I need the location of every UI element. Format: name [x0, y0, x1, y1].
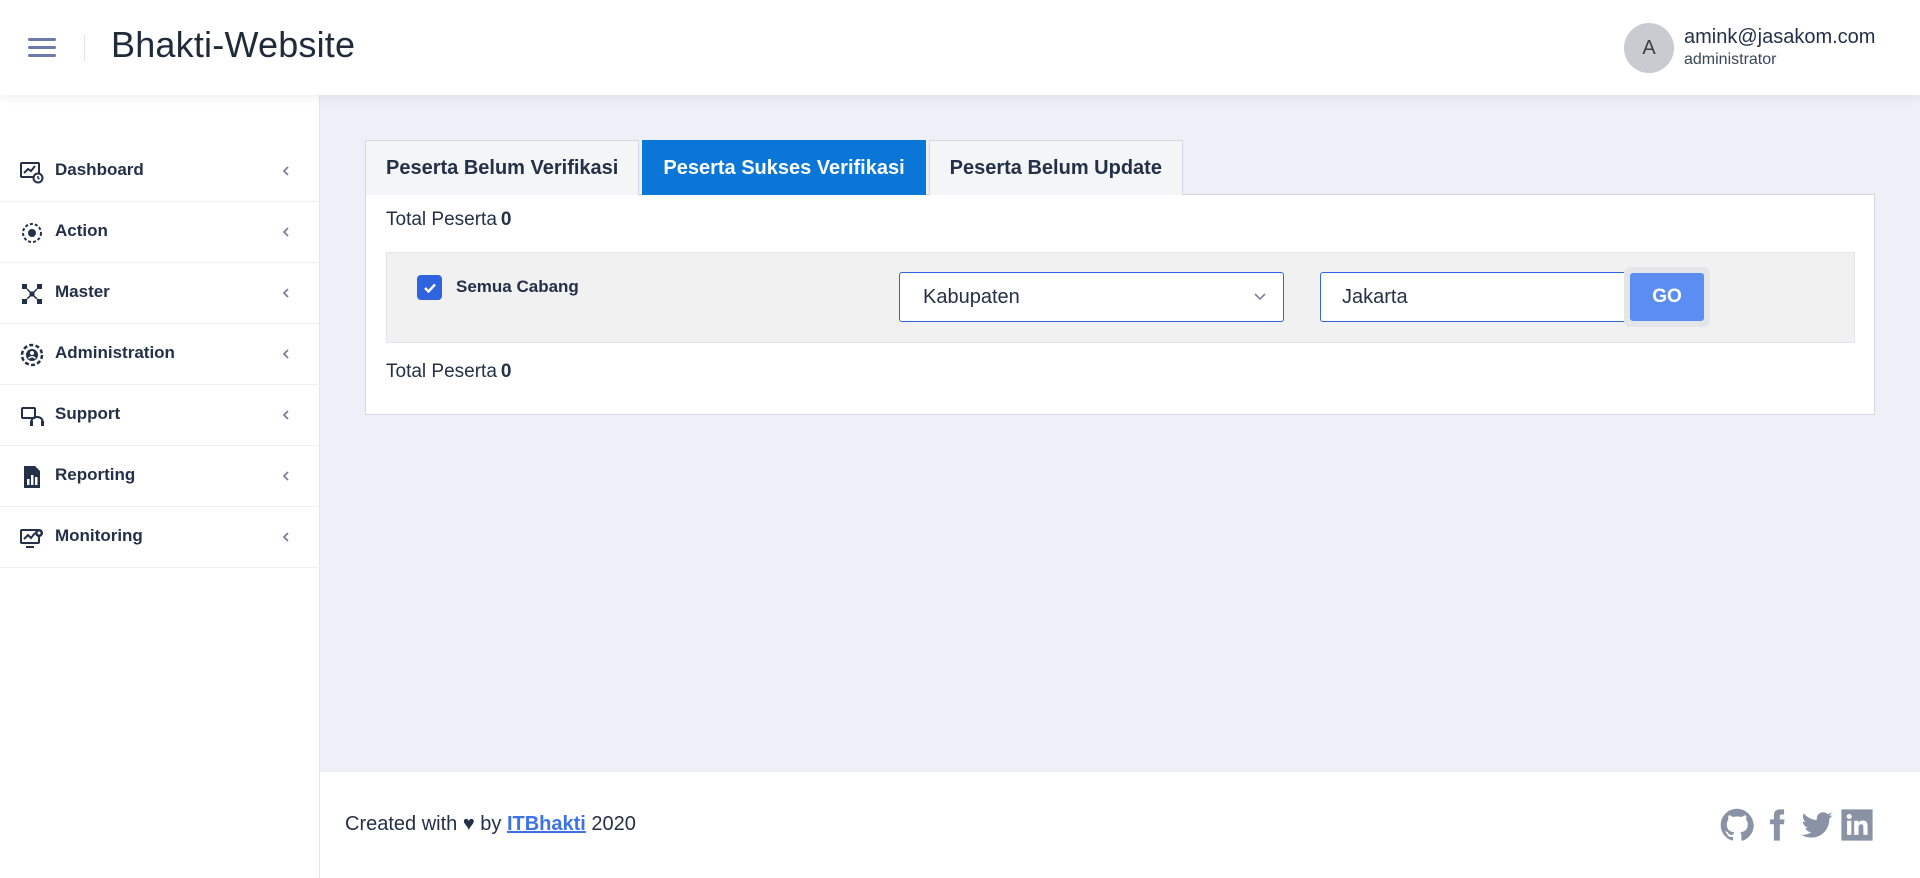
- tab-peserta-belum-verifikasi[interactable]: Peserta Belum Verifikasi: [365, 140, 640, 195]
- total-label: Total Peserta: [386, 209, 497, 230]
- tab-bar: Peserta Belum Verifikasi Peserta Sukses …: [365, 140, 1186, 195]
- sidebar-item-label: Action: [55, 221, 108, 240]
- sidebar-item-label: Master: [55, 282, 110, 301]
- go-button[interactable]: GO: [1630, 273, 1704, 321]
- total-value: 0: [500, 209, 512, 230]
- app-title: Bhakti-Website: [111, 24, 356, 65]
- footer: Created with ♥ by ITBhakti 2020: [320, 772, 1920, 878]
- chevron-left-icon: [282, 288, 289, 298]
- sidebar-item-action[interactable]: Action: [0, 202, 320, 263]
- footer-prefix: Created with ♥ by: [345, 813, 502, 835]
- semua-cabang-label: Semua Cabang: [456, 277, 579, 296]
- filter-bar: Semua Cabang Kabupaten GO: [386, 252, 1855, 343]
- dashboard-icon: [20, 162, 44, 184]
- support-icon: [21, 407, 44, 426]
- sidebar-item-label: Reporting: [55, 465, 136, 484]
- sidebar-item-monitoring[interactable]: Monitoring: [0, 507, 320, 568]
- header-divider: [84, 34, 85, 62]
- administration-icon: [20, 343, 44, 367]
- user-email[interactable]: amink@jasakom.com: [1684, 26, 1875, 49]
- tab-panel: Total Peserta0 Semua Cabang Kabupaten GO…: [365, 194, 1875, 415]
- linkedin-icon[interactable]: [1840, 808, 1874, 842]
- github-icon[interactable]: [1720, 808, 1754, 842]
- total-label: Total Peserta: [386, 361, 497, 382]
- sidebar-item-reporting[interactable]: Reporting: [0, 446, 320, 507]
- total-peserta-bottom: Total Peserta 0: [386, 361, 511, 383]
- sidebar-item-label: Administration: [55, 343, 175, 362]
- user-role: administrator: [1684, 51, 1777, 68]
- chevron-down-icon: [1254, 293, 1266, 301]
- select-value: Kabupaten: [923, 286, 1020, 308]
- facebook-icon[interactable]: [1760, 808, 1794, 842]
- top-header: Bhakti-Website A amink@jasakom.com admin…: [0, 0, 1920, 95]
- chevron-left-icon: [282, 349, 289, 359]
- total-value: 0: [500, 361, 512, 382]
- footer-credit: Created with ♥ by ITBhakti 2020: [345, 813, 636, 836]
- sidebar-item-dashboard[interactable]: Dashboard: [0, 141, 320, 202]
- region-type-select[interactable]: Kabupaten: [899, 272, 1284, 322]
- monitoring-icon: [20, 529, 43, 548]
- chevron-left-icon: [282, 471, 289, 481]
- avatar[interactable]: A: [1624, 23, 1674, 73]
- sidebar-nav: Dashboard Action Master Administration S…: [0, 141, 320, 568]
- total-peserta-top: Total Peserta 0: [386, 209, 511, 231]
- tab-peserta-sukses-verifikasi[interactable]: Peserta Sukses Verifikasi: [642, 140, 926, 195]
- sidebar-item-administration[interactable]: Administration: [0, 324, 320, 385]
- footer-year: 2020: [591, 813, 636, 835]
- tab-peserta-belum-update[interactable]: Peserta Belum Update: [928, 140, 1183, 195]
- action-icon: [22, 223, 42, 243]
- itbhakti-link[interactable]: ITBhakti: [507, 813, 586, 835]
- sidebar-item-support[interactable]: Support: [0, 385, 320, 446]
- sidebar-item-master[interactable]: Master: [0, 263, 320, 324]
- checkmark-icon: [423, 283, 436, 293]
- chevron-left-icon: [282, 410, 289, 420]
- menu-toggle-icon[interactable]: [28, 38, 56, 58]
- sidebar: Dashboard Action Master Administration S…: [0, 95, 320, 878]
- sidebar-item-label: Dashboard: [55, 160, 144, 179]
- twitter-icon[interactable]: [1800, 808, 1834, 842]
- semua-cabang-checkbox[interactable]: [417, 275, 442, 300]
- city-input[interactable]: [1320, 272, 1632, 322]
- sidebar-item-label: Monitoring: [55, 526, 143, 545]
- reporting-icon: [24, 466, 40, 488]
- chevron-left-icon: [282, 532, 289, 542]
- sidebar-item-label: Support: [55, 404, 121, 423]
- master-icon: [22, 284, 42, 304]
- chevron-left-icon: [282, 227, 289, 237]
- chevron-left-icon: [282, 166, 289, 176]
- go-button-focus-ring: GO: [1624, 267, 1710, 327]
